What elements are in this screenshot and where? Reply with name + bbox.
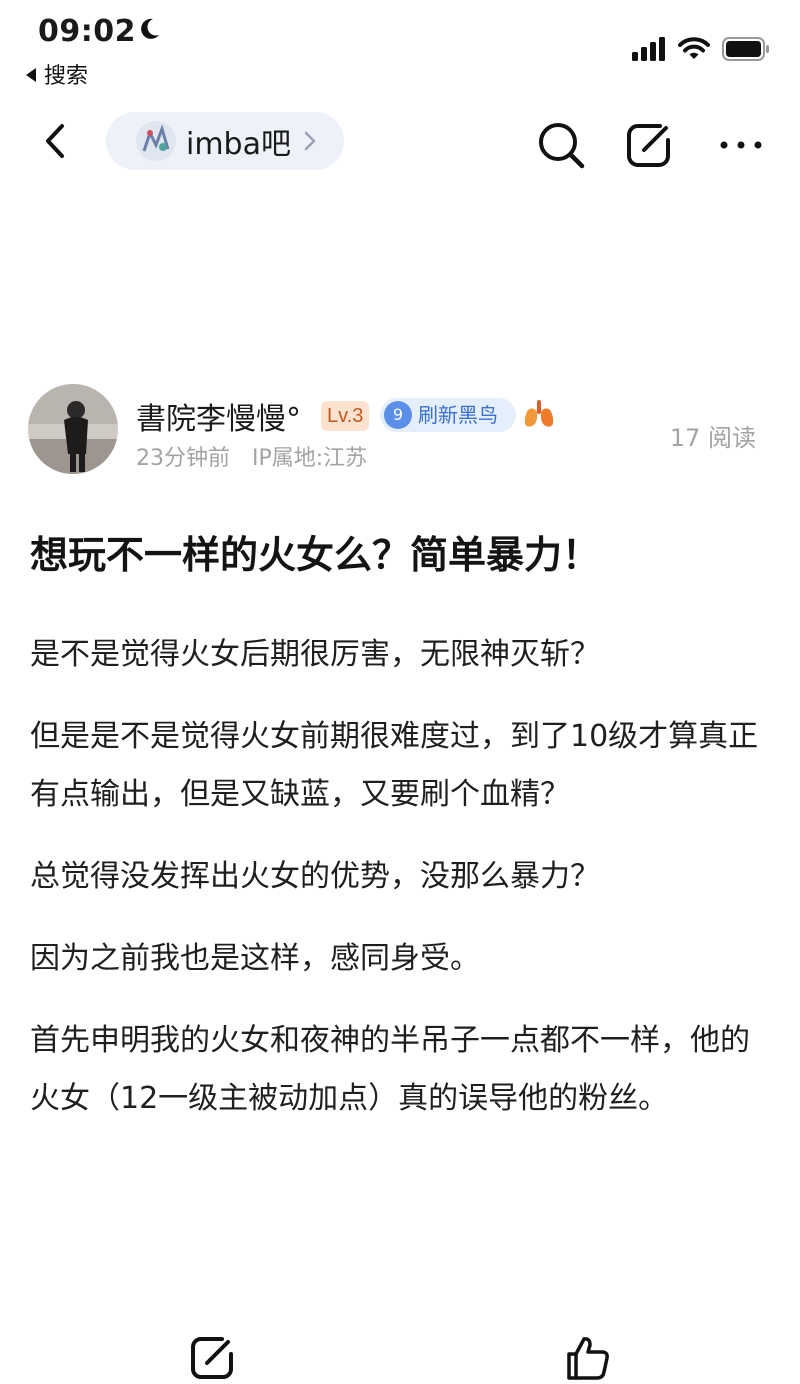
edit-icon[interactable] <box>624 120 674 170</box>
tag-number: 9 <box>384 401 412 429</box>
author-avatar[interactable] <box>28 384 118 474</box>
author-row: 書院李慢慢° Lv.3 9 刷新黑鸟 23分钟前 IP属地:江苏 17 阅读 <box>28 384 772 480</box>
chevron-right-icon <box>304 131 316 151</box>
tag-label: 刷新黑鸟 <box>418 403 498 427</box>
forum-link[interactable]: imba吧 <box>106 112 344 170</box>
back-to-app-label: 搜索 <box>44 64 89 89</box>
post-paragraph: 是不是觉得火女后期很厉害，无限神灭斩？ <box>30 637 600 672</box>
battery-icon <box>722 37 769 61</box>
comment-edit-icon[interactable] <box>188 1334 236 1382</box>
post-time: 23分钟前 <box>136 446 230 471</box>
system-icons <box>632 36 770 62</box>
signal-icon <box>632 37 665 61</box>
bottom-action-bar <box>0 1328 800 1384</box>
post-paragraph: 总觉得没发挥出火女的优势，没那么暴力？ <box>30 859 600 894</box>
wifi-icon <box>678 37 710 59</box>
back-arrow-icon[interactable] <box>34 118 80 164</box>
user-tag-badge: 9 刷新黑鸟 <box>380 398 516 432</box>
more-icon[interactable] <box>716 130 766 160</box>
post-paragraph: 但是是不是觉得火女前期很难度过，到了10级才算真正有点输出，但是又缺蓝，又要刷个… <box>30 719 759 812</box>
back-triangle-icon <box>26 68 36 82</box>
post-body: 是不是觉得火女后期很厉害，无限神灭斩？ 但是是不是觉得火女前期很难度过，到了10… <box>30 626 772 1152</box>
moon-icon <box>141 18 159 39</box>
nav-bar: imba吧 <box>0 108 800 176</box>
back-to-app-link[interactable]: 搜索 <box>26 58 88 90</box>
lung-icon <box>524 400 554 427</box>
level-badge: Lv.3 <box>321 401 370 431</box>
post-paragraph: 首先申明我的火女和夜神的半吊子一点都不一样，他的火女（12一级主被动加点）真的误… <box>30 1023 750 1116</box>
thumbs-up-icon[interactable] <box>564 1334 612 1382</box>
author-meta: 23分钟前 IP属地:江苏 <box>136 440 367 472</box>
search-icon[interactable] <box>536 120 586 170</box>
status-time: 09:02 <box>38 14 136 49</box>
post-title: 想玩不一样的火女么？简单暴力！ <box>30 533 601 577</box>
author-name[interactable]: 書院李慢慢° <box>136 394 301 438</box>
forum-name: imba吧 <box>186 127 291 162</box>
status-bar: 09:02 搜索 <box>0 0 800 89</box>
post-paragraph: 因为之前我也是这样，感同身受。 <box>30 941 480 976</box>
ip-location: IP属地:江苏 <box>252 446 368 471</box>
forum-avatar <box>136 121 176 161</box>
view-count: 17 阅读 <box>669 424 756 452</box>
